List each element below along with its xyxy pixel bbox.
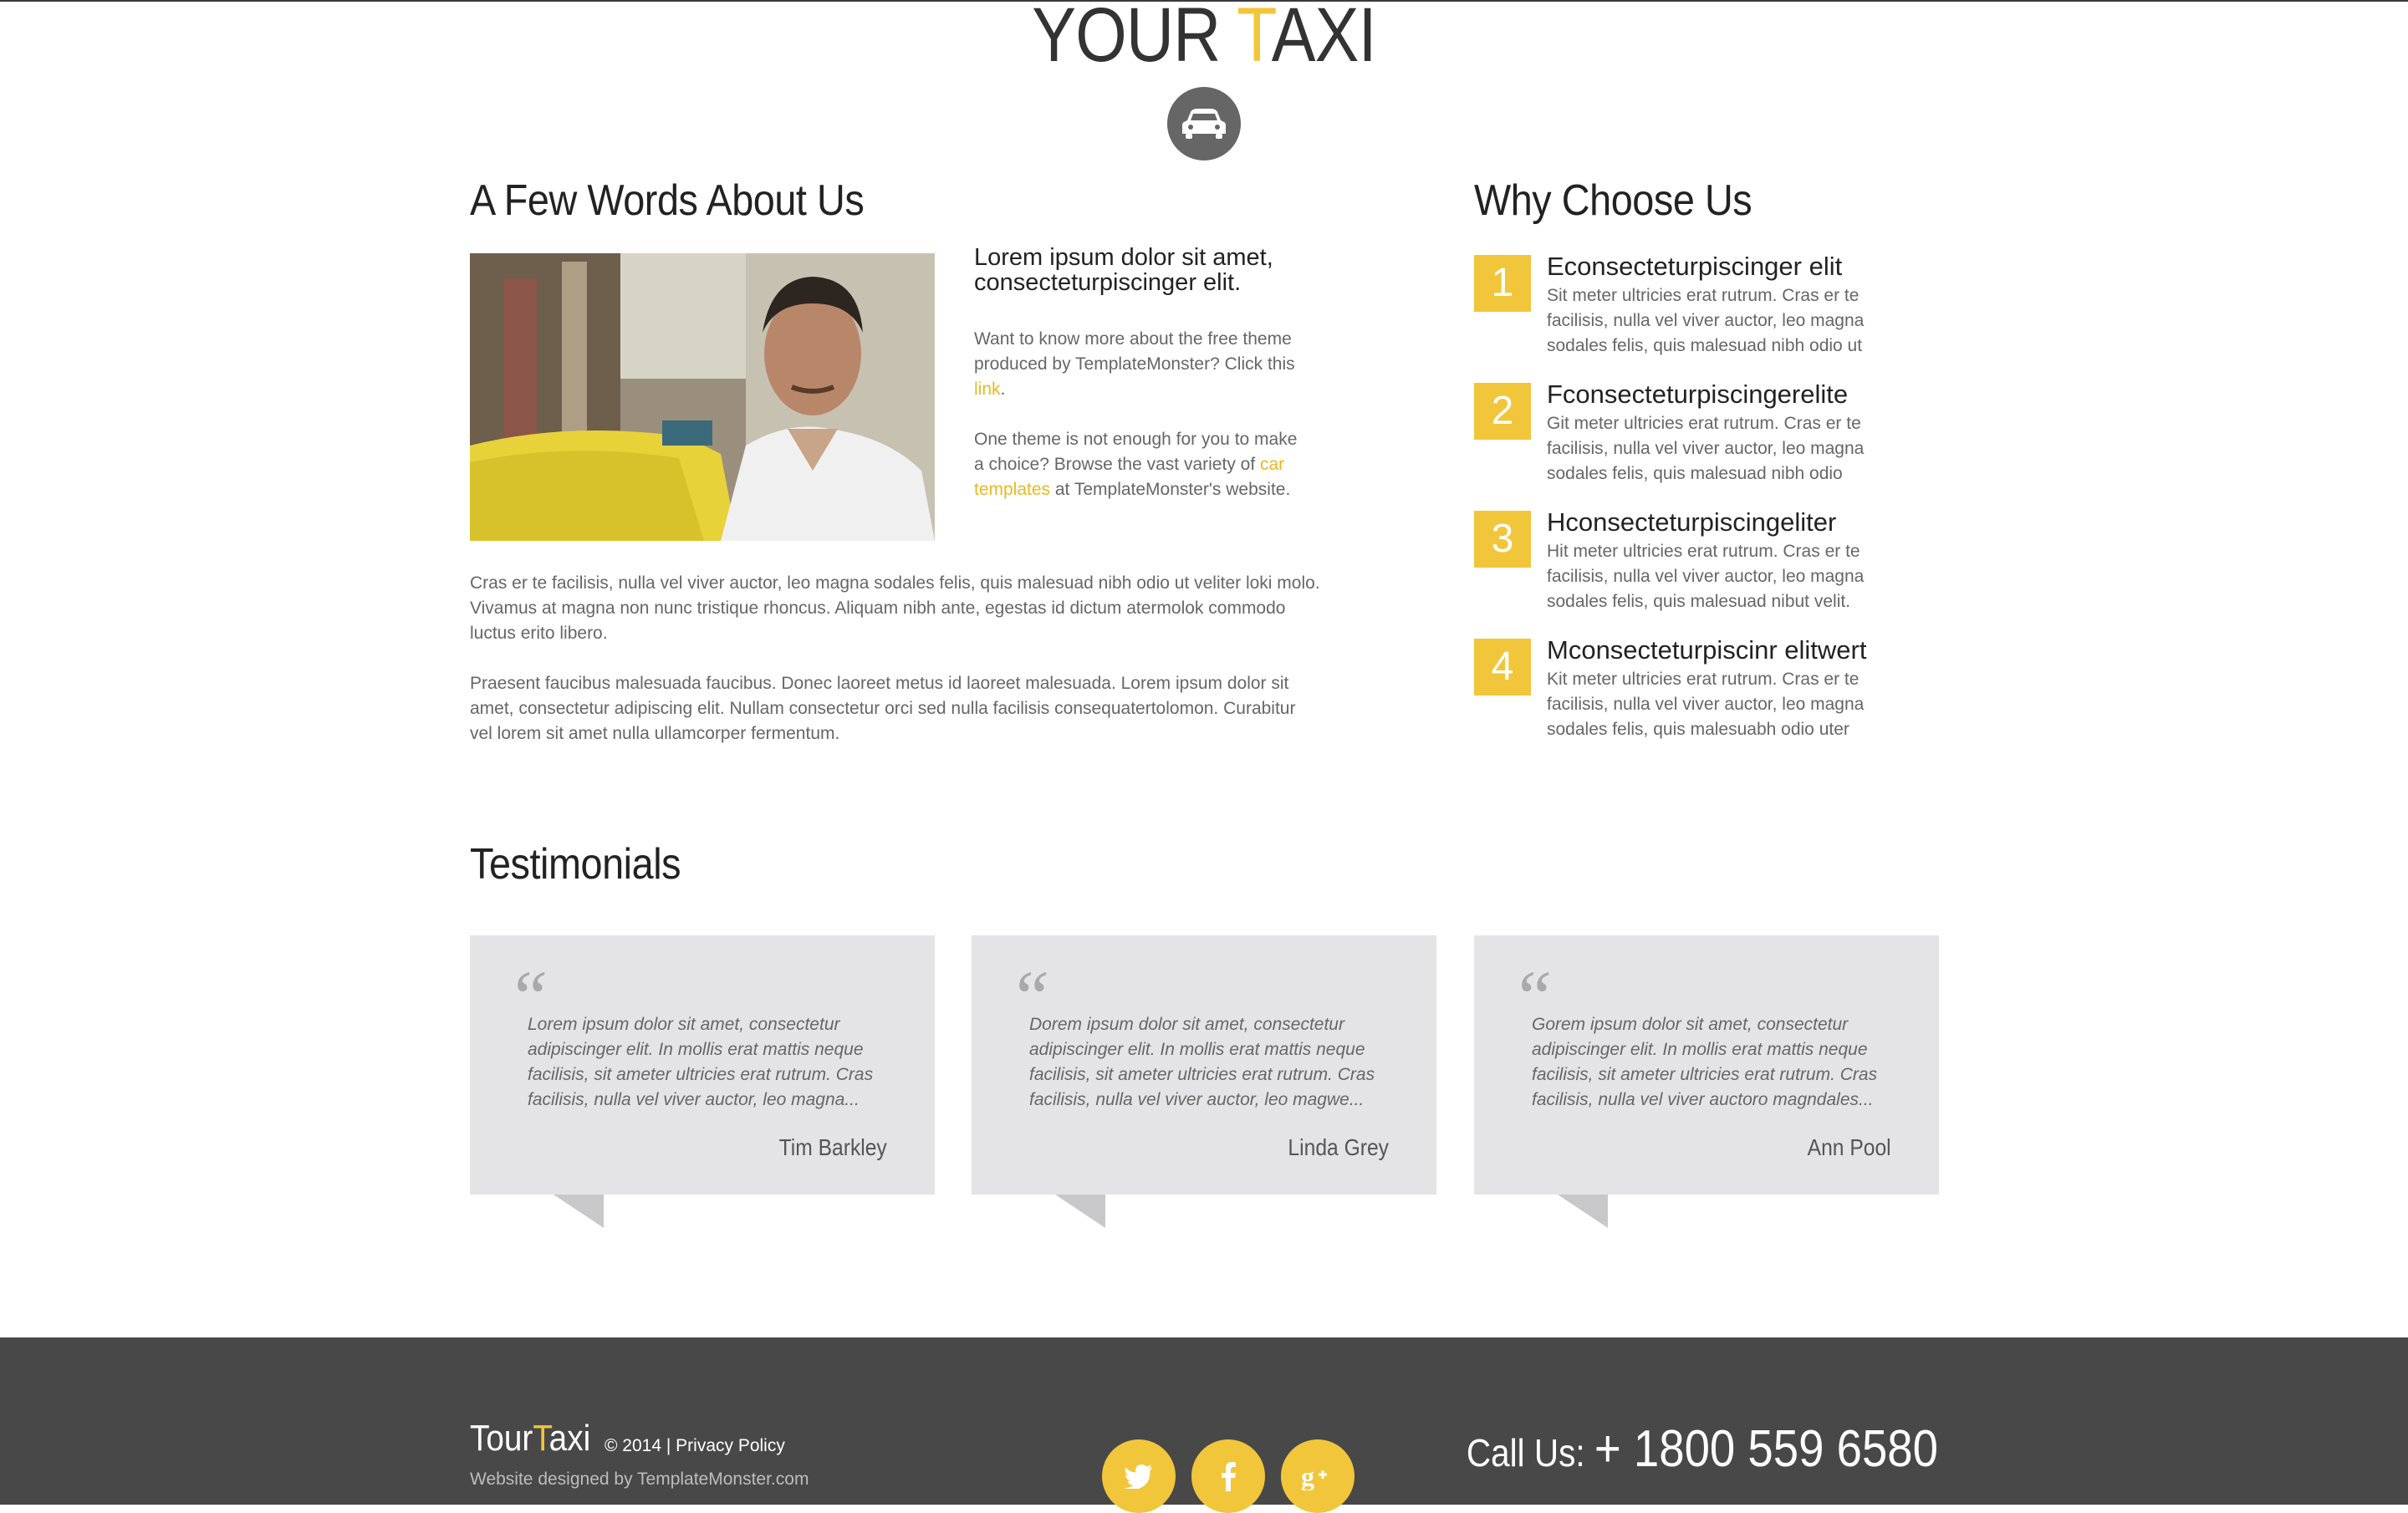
testimonial-card: “ Gorem ipsum dolor sit amet, consectetu… [1474, 935, 1939, 1195]
footer-logo-text-1: Tour [470, 1418, 533, 1459]
google-plus-icon[interactable]: g [1281, 1439, 1354, 1513]
why-item-text: Kit meter ultricies erat rutrum. Cras er… [1547, 670, 1865, 739]
footer-logo[interactable]: TourTaxi [470, 1418, 590, 1460]
testimonial-card: “ Dorem ipsum dolor sit amet, consectetu… [972, 935, 1436, 1195]
about-paragraph-4: Praesent faucibus malesuada faucibus. Do… [470, 674, 1296, 743]
testimonial-author: Tim Barkley [778, 1134, 887, 1160]
testimonials-title: Testimonials [470, 840, 681, 889]
link-link[interactable]: link [974, 380, 1001, 399]
about-paragraph-2-end: at TemplateMonster's website. [1050, 480, 1291, 499]
call-us-label: Call Us: [1466, 1431, 1594, 1475]
phone-number[interactable]: + 1800 559 6580 [1594, 1420, 1938, 1478]
about-paragraph-3: Cras er te facilisis, nulla vel viver au… [470, 573, 1320, 643]
logo-text-2: AXI [1271, 0, 1377, 78]
why-item: 4 Mconsecteturpiscinr elitwert Kit meter… [1474, 635, 1942, 739]
footer-credit: Website designed by TemplateMonster.com [470, 1470, 809, 1489]
testimonial-pointer [1558, 1195, 1608, 1228]
about-paragraph-1: Want to know more about the free theme p… [974, 327, 1309, 402]
about-paragraph-1-text: Want to know more about the free theme p… [974, 329, 1295, 374]
why-item-number: 4 [1474, 639, 1531, 695]
site-logo[interactable]: YOUR TAXI [169, 0, 2240, 77]
about-lead: Lorem ipsum dolor sit amet, consecteturp… [974, 244, 1273, 296]
about-title: A Few Words About Us [470, 176, 865, 225]
why-item-title: Econsecteturpiscinger elit [1547, 252, 1843, 281]
about-paragraph-1-end: . [1000, 380, 1006, 399]
why-item-title: Fconsecteturpiscingerelite [1547, 380, 1849, 409]
privacy-policy-link[interactable]: Privacy Policy [676, 1436, 785, 1455]
why-item-text: Git meter ultricies erat rutrum. Cras er… [1547, 414, 1865, 483]
footer-logo-accent: T [533, 1418, 549, 1459]
why-item: 1 Econsecteturpiscinger elit Sit meter u… [1474, 252, 1942, 355]
about-paragraph-2-text: One theme is not enough for you to make … [974, 430, 1298, 474]
testimonial-card: “ Lorem ipsum dolor sit amet, consectetu… [470, 935, 935, 1195]
why-item-text: Hit meter ultricies erat rutrum. Cras er… [1547, 542, 1865, 611]
testimonial-author: Linda Grey [1288, 1134, 1389, 1160]
testimonial-text: Dorem ipsum dolor sit amet, consectetur … [1029, 1015, 1375, 1109]
twitter-icon[interactable] [1102, 1439, 1176, 1513]
testimonial-author: Ann Pool [1807, 1134, 1891, 1160]
why-item-number: 3 [1474, 511, 1531, 568]
facebook-icon[interactable] [1191, 1439, 1265, 1513]
driver-photo [470, 253, 935, 541]
testimonial-pointer [1055, 1195, 1105, 1228]
why-title: Why Choose Us [1474, 176, 1752, 225]
why-item-title: Hconsecteturpiscingeliter [1547, 507, 1837, 537]
why-item-number: 2 [1474, 383, 1531, 440]
copyright-text: © 2014 | [605, 1436, 676, 1455]
logo-accent: T [1237, 0, 1272, 78]
svg-text:g: g [1301, 1462, 1314, 1490]
about-paragraph-2: One theme is not enough for you to make … [974, 427, 1309, 502]
call-us: Call Us: + 1800 559 6580 [1467, 1419, 1938, 1479]
why-item-title: Mconsecteturpiscinr elitwert [1547, 635, 1867, 665]
why-item-number: 1 [1474, 255, 1531, 312]
testimonial-text: Lorem ipsum dolor sit amet, consectetur … [528, 1015, 874, 1109]
footer-copyright: © 2014 | Privacy Policy [605, 1436, 785, 1456]
testimonial-pointer [554, 1195, 604, 1228]
why-item-text: Sit meter ultricies erat rutrum. Cras er… [1547, 286, 1865, 355]
car-icon [1167, 87, 1241, 160]
logo-text-1: YOUR [1032, 0, 1237, 78]
why-item: 2 Fconsecteturpiscingerelite Git meter u… [1474, 380, 1942, 483]
footer-logo-text-2: axi [548, 1418, 591, 1459]
testimonial-text: Gorem ipsum dolor sit amet, consectetur … [1532, 1015, 1878, 1109]
why-item: 3 Hconsecteturpiscingeliter Hit meter ul… [1474, 507, 1942, 611]
